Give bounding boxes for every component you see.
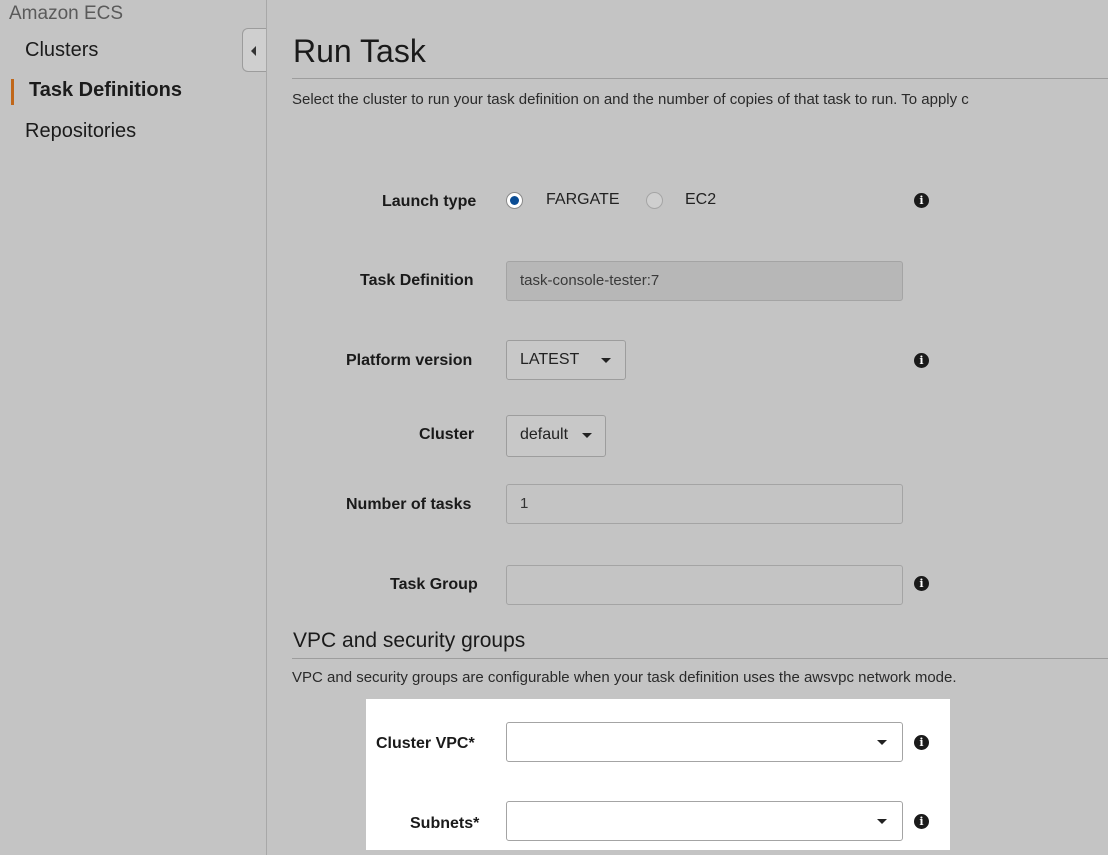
number-of-tasks-input[interactable]: 1 [506, 484, 903, 524]
launch-type-ec2-label[interactable]: EC2 [685, 191, 716, 209]
task-definition-label: Task Definition [360, 272, 474, 289]
subnets-label: Subnets* [410, 815, 480, 832]
chevron-left-icon [251, 46, 256, 56]
cluster-vpc-select[interactable] [506, 722, 903, 762]
vpc-section-description: VPC and security groups are configurable… [292, 669, 957, 686]
sidebar-item-task-definitions[interactable]: Task Definitions [29, 79, 182, 102]
caret-down-icon [601, 358, 611, 363]
sidebar-item-clusters[interactable]: Clusters [25, 39, 98, 62]
caret-down-icon [582, 433, 592, 438]
info-icon[interactable]: i [914, 353, 929, 368]
launch-type-ec2-radio[interactable] [646, 192, 663, 209]
vpc-section-title: VPC and security groups [293, 629, 526, 652]
sidebar-item-repositories[interactable]: Repositories [25, 120, 136, 143]
page-title: Run Task [293, 33, 426, 69]
cluster-vpc-label: Cluster VPC* [376, 735, 475, 752]
task-group-label: Task Group [390, 576, 478, 593]
number-of-tasks-label: Number of tasks [346, 496, 472, 513]
cluster-dropdown[interactable]: default [506, 415, 606, 457]
sidebar-brand: Amazon ECS [9, 3, 124, 24]
platform-version-dropdown[interactable]: LATEST [506, 340, 626, 380]
info-icon[interactable]: i [914, 576, 929, 591]
platform-version-value: LATEST [520, 351, 580, 368]
active-indicator [11, 79, 14, 105]
launch-type-label: Launch type [382, 193, 477, 210]
info-icon[interactable]: i [914, 814, 929, 829]
sidebar: Amazon ECS Clusters Task Definitions Rep… [0, 0, 267, 855]
task-group-input[interactable] [506, 565, 903, 605]
title-divider [292, 78, 1108, 79]
cluster-label: Cluster [419, 426, 475, 443]
launch-type-fargate-label[interactable]: FARGATE [546, 191, 620, 209]
info-icon[interactable]: i [914, 193, 929, 208]
task-definition-field: task-console-tester:7 [506, 261, 903, 301]
platform-version-label: Platform version [346, 352, 473, 369]
caret-down-icon [877, 740, 887, 745]
vpc-section-divider [292, 658, 1108, 659]
sidebar-collapse-button[interactable] [242, 28, 266, 72]
page-description: Select the cluster to run your task defi… [292, 91, 969, 108]
subnets-select[interactable] [506, 801, 903, 841]
caret-down-icon [877, 819, 887, 824]
cluster-value: default [520, 426, 569, 443]
info-icon[interactable]: i [914, 735, 929, 750]
launch-type-fargate-radio[interactable] [506, 192, 523, 209]
